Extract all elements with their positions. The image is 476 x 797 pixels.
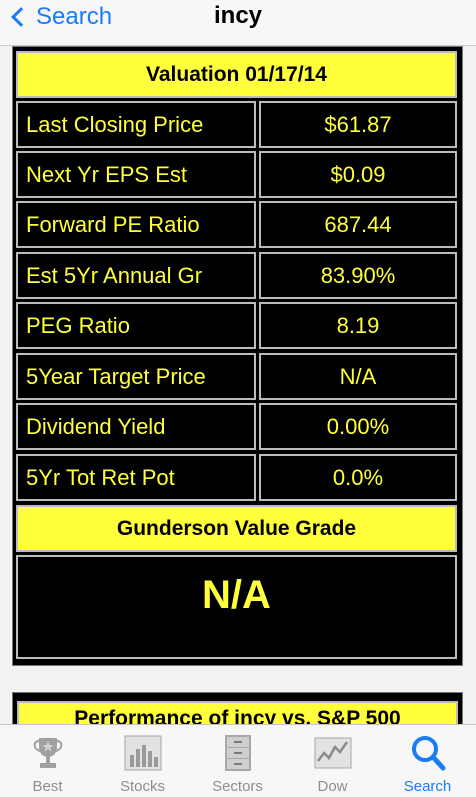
row-value: N/A <box>339 364 377 389</box>
tab-bar: Best Stocks Sectors Dow Search <box>0 724 476 797</box>
tab-best[interactable]: Best <box>0 725 95 797</box>
performance-header-text: Performance of incy vs. S&P 500 <box>74 707 401 724</box>
tab-label: Sectors <box>212 778 263 795</box>
row-value: 687.44 <box>324 212 392 237</box>
row-label: 5Year Target Price <box>26 364 206 389</box>
content-scroll-area[interactable]: Valuation 01/17/14 Last Closing Price $6… <box>0 46 476 724</box>
search-icon <box>412 736 446 771</box>
grade-header-text: Gunderson Value Grade <box>116 517 357 540</box>
tab-label: Search <box>403 778 452 795</box>
tab-stocks[interactable]: Stocks <box>95 725 190 797</box>
row-value-cell: 687.44 <box>259 201 457 248</box>
row-value: 83.90% <box>320 263 396 288</box>
row-label-cell: Next Yr EPS Est <box>16 151 256 198</box>
tab-sectors[interactable]: Sectors <box>190 725 285 797</box>
row-label: Last Closing Price <box>26 112 204 137</box>
row-label: Next Yr EPS Est <box>26 162 187 187</box>
row-label: Est 5Yr Annual Gr <box>26 263 203 288</box>
valuation-panel: Valuation 01/17/14 Last Closing Price $6… <box>12 46 463 666</box>
valuation-header-text: Valuation 01/17/14 <box>146 63 327 86</box>
tab-dow[interactable]: Dow <box>285 725 380 797</box>
row-label-cell: Last Closing Price <box>16 101 256 148</box>
row-label-cell: 5Yr Tot Ret Pot <box>16 454 256 501</box>
row-value-cell: N/A <box>259 353 457 400</box>
valuation-header: Valuation 01/17/14 <box>16 51 457 98</box>
navigation-bar: Search incy <box>0 0 476 46</box>
row-label: Forward PE Ratio <box>26 212 200 237</box>
grade-header: Gunderson Value Grade <box>16 505 457 552</box>
row-value-cell: 83.90% <box>259 252 457 299</box>
row-value-cell: 0.0% <box>259 454 457 501</box>
row-label-cell: 5Year Target Price <box>16 353 256 400</box>
row-value: $61.87 <box>324 112 392 137</box>
tab-label: Best <box>32 778 63 795</box>
bar-chart-icon <box>124 735 162 771</box>
tab-label: Dow <box>317 778 348 795</box>
row-value: 0.0% <box>332 465 384 490</box>
line-chart-icon <box>314 737 352 769</box>
row-value: 0.00% <box>326 414 390 439</box>
row-label: Dividend Yield <box>26 414 166 439</box>
performance-header: Performance of incy vs. S&P 500 <box>17 701 458 724</box>
tab-search[interactable]: Search <box>380 725 475 797</box>
grade-cell: N/A <box>16 555 457 659</box>
row-label-cell: Dividend Yield <box>16 403 256 450</box>
row-value-cell: $0.09 <box>259 151 457 198</box>
row-value-cell: $61.87 <box>259 101 457 148</box>
row-label-cell: Est 5Yr Annual Gr <box>16 252 256 299</box>
tab-label: Stocks <box>119 778 165 795</box>
row-label-cell: PEG Ratio <box>16 302 256 349</box>
row-label: PEG Ratio <box>26 313 130 338</box>
performance-panel: Performance of incy vs. S&P 500 <box>12 692 463 724</box>
row-value-cell: 8.19 <box>259 302 457 349</box>
grade-value: N/A <box>202 573 271 617</box>
row-value-cell: 0.00% <box>259 403 457 450</box>
page-title: incy <box>213 2 263 29</box>
row-value: 8.19 <box>336 313 380 338</box>
row-label: 5Yr Tot Ret Pot <box>26 465 175 490</box>
row-value: $0.09 <box>330 162 386 187</box>
trophy-icon <box>33 738 63 768</box>
file-cabinet-icon <box>225 735 251 771</box>
row-label-cell: Forward PE Ratio <box>16 201 256 248</box>
